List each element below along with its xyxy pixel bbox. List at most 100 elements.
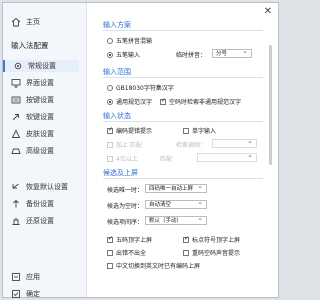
restore-icon (12, 217, 20, 225)
radio-standard-chars[interactable]: 通用规范汉字 (107, 97, 152, 106)
sidebar-item-advanced[interactable]: 高级设置 (11, 146, 54, 156)
sidebar-item-label: 皮肤设置 (26, 130, 54, 138)
radio-wubi[interactable]: 五笔输入 (107, 50, 140, 59)
empty-candidate-select[interactable]: 自动清空 (145, 198, 207, 209)
empty-candidate-label: 候选为空时： (107, 203, 144, 210)
scrollbar[interactable] (269, 45, 272, 165)
sidebar-item-home[interactable]: 主页 (11, 17, 40, 27)
checkbox[interactable] (107, 155, 113, 162)
sidebar: 主页 输入法配置 常规设置 界面设置 按键设置 软键设置 皮肤设置 高级设置 恢… (3, 3, 87, 299)
monitor-icon (11, 79, 21, 88)
advanced-icon (11, 148, 21, 154)
checkbox-label: 五码顶字上屏 (116, 237, 153, 244)
backup-icon (13, 199, 19, 208)
skin-icon (11, 129, 21, 138)
checkbox-disabled-match[interactable]: 加上 匹配 (107, 140, 142, 149)
divider (103, 30, 263, 31)
checkbox[interactable] (107, 126, 113, 134)
ok-label: 确定 (26, 290, 40, 298)
radio-button[interactable] (107, 84, 113, 91)
checkbox-code-hint[interactable]: 编码提错提示 (107, 126, 152, 135)
checkbox-cn-en-commit[interactable]: 中文切换到英文时已有编码上屏 (107, 261, 200, 270)
sidebar-item-label: 高级设置 (26, 147, 54, 155)
checkbox-label: 中文切换到英文时已有编码上屏 (116, 263, 201, 270)
ok-button[interactable]: 确定 (11, 289, 40, 299)
sidebar-section-title: 输入法配置 (11, 41, 49, 50)
freq-select[interactable] (212, 137, 257, 148)
section-candidates: 候选及上屏 (103, 169, 138, 177)
section-input-range: 输入范围 (103, 68, 131, 76)
radio-gb18030[interactable]: GB18030字符集汉字 (107, 83, 174, 92)
checkbox-label: 编码提错提示 (116, 128, 153, 135)
radio-button[interactable] (107, 51, 113, 58)
checkbox-single-char[interactable]: 单字输入 (183, 126, 216, 135)
main-panel: 输入方案 五笔拼音混输 五笔输入 临时拼音： 分号 输入范围 GB18030字符… (87, 3, 278, 297)
unique-candidate-select[interactable]: 四码唯一自动上屏 (145, 182, 207, 193)
divider (103, 178, 263, 179)
checkbox-label: 空码时检索非通用规范汉字 (169, 99, 242, 106)
checkbox-label: 标点符号顶字上屏 (192, 237, 241, 244)
radio-wubi-pinyin[interactable]: 五笔拼音混输 (107, 36, 152, 45)
settings-window: ✕ 主页 输入法配置 常规设置 界面设置 按键设置 软键设置 皮肤设置 高级设置… (2, 2, 279, 298)
arrow-icon (12, 114, 19, 121)
backup-button[interactable]: 备份设置 (11, 199, 54, 209)
divider (103, 121, 263, 122)
checkbox-disabled-4plus[interactable]: 4位以上 (107, 154, 138, 163)
unique-candidate-label: 候选唯一时： (107, 187, 144, 194)
section-input-state: 输入状态 (103, 112, 131, 120)
sidebar-item-label: 界面设置 (26, 79, 54, 87)
sidebar-item-label: 常规设置 (28, 62, 56, 70)
checkbox[interactable] (107, 235, 113, 243)
home-icon (11, 17, 21, 27)
sidebar-item-ui[interactable]: 界面设置 (11, 78, 54, 88)
radio-button[interactable] (107, 37, 113, 44)
apply-icon (12, 273, 20, 281)
candidate-order-select[interactable]: 默认（手动） (145, 214, 207, 225)
divider (103, 77, 263, 78)
temp-pinyin-select[interactable]: 分号 (212, 47, 252, 58)
freq-label: 检索调频： (176, 142, 207, 149)
apply-button[interactable]: 应用 (11, 272, 40, 282)
checkbox-label: 加上 匹配 (116, 142, 142, 149)
checkbox-label: 单字输入 (192, 128, 217, 135)
radio-label: 五笔输入 (116, 52, 141, 59)
checkbox[interactable] (107, 262, 113, 269)
radio-label: 五笔拼音混输 (116, 38, 153, 45)
checkbox[interactable] (183, 249, 189, 256)
checkbox-sound-hint[interactable]: 重码空码声音提示 (183, 248, 240, 257)
keyboard-icon (11, 96, 21, 104)
apply-label: 应用 (26, 273, 40, 281)
checkbox-five-code[interactable]: 五码顶字上屏 (107, 235, 152, 244)
checkbox-error-no-output[interactable]: 出错不出全 (107, 248, 146, 257)
undo-icon (12, 183, 19, 189)
section-input-scheme: 输入方案 (103, 21, 131, 29)
sidebar-item-general[interactable]: 常规设置 (3, 60, 79, 72)
checkbox-label: 4位以上 (116, 156, 138, 163)
backup-label: 备份设置 (26, 200, 54, 208)
checkbox[interactable] (183, 127, 189, 134)
radio-button[interactable] (107, 98, 113, 105)
radio-label: GB18030字符集汉字 (116, 85, 174, 92)
checkbox-label: 出错不出全 (116, 250, 147, 257)
sidebar-item-label: 主页 (26, 18, 40, 26)
sidebar-item-keys[interactable]: 按键设置 (11, 95, 54, 105)
checkbox-punct-commit[interactable]: 标点符号顶字上屏 (183, 235, 240, 244)
restore-defaults-button[interactable]: 恢复默认设置 (11, 182, 68, 192)
checkbox[interactable] (107, 141, 113, 148)
confirm-icon (12, 290, 20, 298)
gear-icon (14, 62, 22, 70)
radio-label: 通用规范汉字 (116, 99, 153, 106)
checkbox[interactable] (107, 249, 113, 256)
restore-label: 还原设置 (26, 217, 54, 225)
sidebar-item-label: 按键设置 (26, 96, 54, 104)
checkbox[interactable] (183, 235, 189, 243)
restore-button[interactable]: 还原设置 (11, 216, 54, 226)
match-select[interactable] (197, 151, 257, 162)
candidate-order-label: 候选项间序： (107, 219, 144, 226)
sidebar-item-softkeys[interactable]: 软键设置 (11, 112, 54, 122)
restore-defaults-label: 恢复默认设置 (26, 183, 68, 191)
sidebar-item-skin[interactable]: 皮肤设置 (11, 129, 54, 139)
sidebar-item-label: 软键设置 (26, 113, 54, 121)
checkbox[interactable] (160, 97, 166, 105)
checkbox-empty-code[interactable]: 空码时检索非通用规范汉字 (160, 97, 241, 106)
